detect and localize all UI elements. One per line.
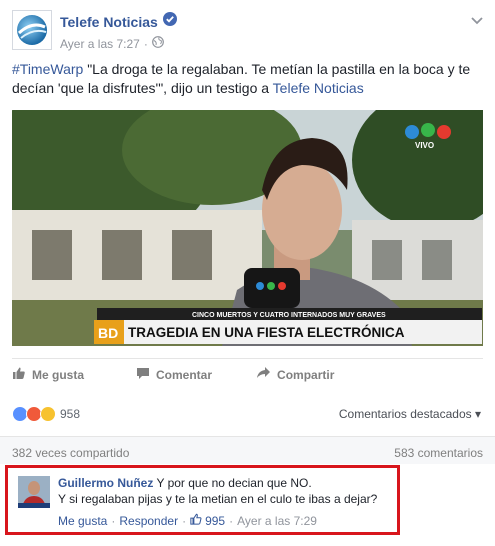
like-button[interactable]: Me gusta	[12, 366, 84, 383]
comment-timestamp[interactable]: Ayer a las 7:29	[237, 514, 317, 528]
comment-reply-link[interactable]: Responder	[119, 514, 178, 528]
verified-badge-icon	[162, 12, 177, 31]
speech-bubble-icon	[136, 366, 156, 383]
haha-reaction-icon	[40, 406, 56, 422]
comment-button[interactable]: Comentar	[136, 366, 212, 383]
reaction-count[interactable]: 958	[60, 407, 80, 421]
post-actions-bar: Me gusta Comentar Compartir	[12, 358, 483, 390]
post-video-thumbnail[interactable]: VIVO CINCO MUERTOS Y CUATRO INTERNADOS M…	[12, 110, 483, 346]
share-count[interactable]: 382 veces compartido	[12, 446, 129, 460]
featured-comments-dropdown[interactable]: Comentarios destacados ▾	[339, 407, 481, 421]
thumbs-up-icon	[12, 366, 32, 383]
comment-text-line1: Y por que no decian que NO.	[153, 476, 312, 490]
comment-body: Guillermo Nuñez Y por que no decian que …	[58, 475, 377, 507]
featured-comments-label: Comentarios destacados	[338, 407, 472, 421]
reaction-icons[interactable]	[12, 406, 56, 422]
separator-dot: ·	[143, 36, 148, 51]
page-name[interactable]: Telefe Noticias	[60, 14, 158, 30]
facebook-post: Telefe Noticias Ayer a las 7:27 · #TimeW…	[0, 0, 495, 546]
program-bug: BD	[98, 325, 118, 341]
share-arrow-icon	[256, 366, 277, 383]
comment-like-number: 995	[205, 513, 226, 528]
commenter-name[interactable]: Guillermo Nuñez	[58, 476, 153, 490]
comment-actions: Me gusta · Responder · 995 · Ayer a las …	[58, 513, 317, 528]
share-button[interactable]: Compartir	[256, 366, 334, 383]
comment-text-line2: Y si regalaban pijas y te la metian en e…	[58, 492, 378, 506]
channel-live-tag: VIVO	[415, 141, 434, 150]
post-timestamp[interactable]: Ayer a las 7:27	[60, 37, 140, 51]
post-stats-row: 382 veces compartido 583 comentarios	[0, 436, 495, 464]
reactions-row: 958 Comentarios destacados ▾	[12, 400, 483, 428]
caret-down-icon: ▾	[474, 407, 481, 421]
comment-count[interactable]: 583 comentarios	[394, 446, 483, 460]
like-label: Me gusta	[32, 367, 85, 382]
mention-link[interactable]: Telefe Noticias	[273, 80, 364, 96]
post-text: #TimeWarp "La droga te la regalaban. Te …	[12, 60, 484, 98]
post-options-chevron-icon[interactable]	[471, 12, 483, 30]
separator-dot: ·	[182, 513, 187, 528]
separator-dot: ·	[111, 513, 116, 528]
comment-like-link[interactable]: Me gusta	[58, 514, 107, 528]
commenter-avatar[interactable]	[18, 476, 50, 508]
hashtag-link[interactable]: #TimeWarp	[12, 61, 83, 77]
comment-label: Comentar	[156, 367, 213, 382]
share-label: Compartir	[277, 367, 335, 382]
ticker-headline: TRAGEDIA EN UNA FIESTA ELECTRÓNICA	[128, 325, 405, 340]
page-avatar[interactable]	[12, 10, 52, 50]
separator-dot: ·	[229, 513, 234, 528]
globe-icon	[151, 36, 164, 51]
highlighted-comment: Guillermo Nuñez Y por que no decian que …	[5, 465, 400, 535]
post-header: Telefe Noticias Ayer a las 7:27 ·	[12, 10, 177, 52]
comment-like-count[interactable]: 995	[190, 513, 225, 528]
thumbs-up-outline-icon	[190, 513, 205, 528]
ticker-small-text: CINCO MUERTOS Y CUATRO INTERNADOS MUY GR…	[192, 312, 386, 319]
